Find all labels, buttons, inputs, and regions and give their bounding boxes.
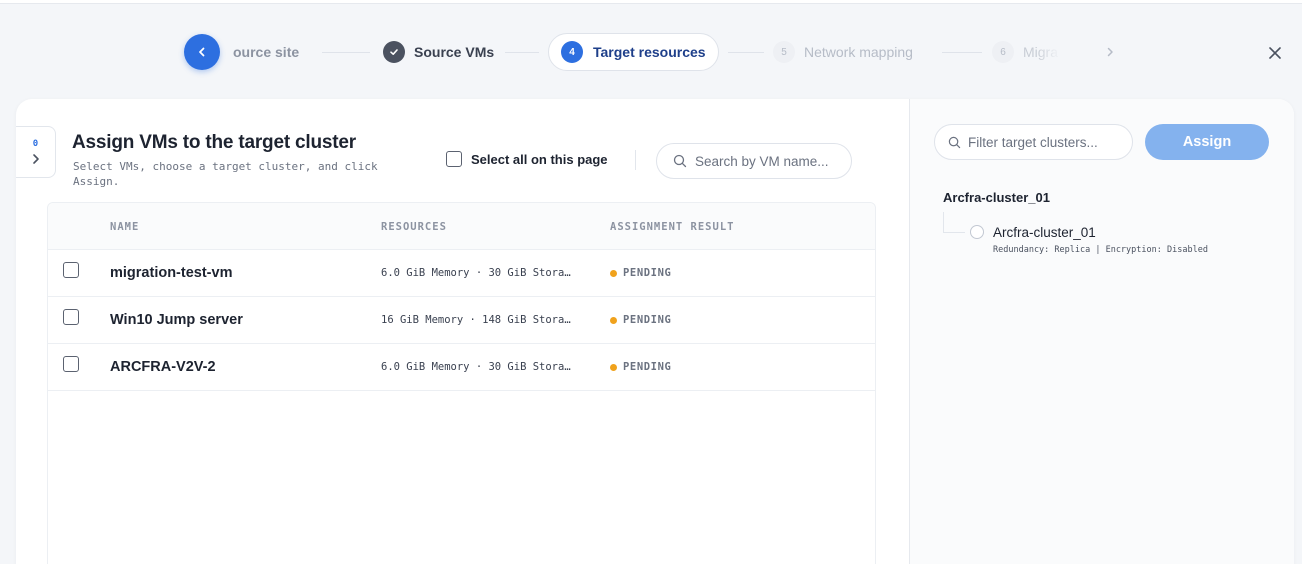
status-dot-icon: [610, 269, 617, 277]
target-cluster-pane: [909, 99, 1294, 564]
status-dot-icon: [610, 363, 617, 371]
step-source-vms[interactable]: Source VMs: [383, 39, 494, 65]
close-icon: [1269, 47, 1281, 59]
vm-name: ARCFRA-V2V-2: [110, 359, 216, 375]
chevron-right-icon: [1107, 47, 1113, 57]
chevron-left-icon: [199, 47, 205, 57]
window-top-edge: [0, 0, 1302, 4]
table-row[interactable]: Win10 Jump server 16 GiB Memory · 148 Gi…: [48, 297, 875, 344]
cluster-filter-box[interactable]: [934, 124, 1133, 160]
status-badge: PENDING: [610, 361, 671, 373]
status-badge: PENDING: [610, 314, 671, 326]
select-all-checkbox[interactable]: Select all on this page: [446, 151, 608, 167]
step-connector: [728, 52, 764, 53]
search-icon: [673, 154, 687, 168]
tree-connector: [943, 212, 944, 232]
status-dot-icon: [610, 316, 617, 324]
row-checkbox[interactable]: [63, 309, 79, 325]
select-all-label: Select all on this page: [471, 151, 608, 167]
checkbox-box[interactable]: [446, 151, 462, 167]
close-button[interactable]: [1264, 42, 1286, 64]
cluster-filter-input[interactable]: [968, 134, 1108, 150]
search-icon: [948, 136, 961, 148]
row-checkbox[interactable]: [63, 356, 79, 372]
vm-table: NAME RESOURCES ASSIGNMENT RESULT migrati…: [47, 202, 876, 564]
step-number-badge: 5: [773, 41, 795, 63]
step-network-mapping[interactable]: 5 Network mapping: [773, 39, 913, 65]
chevron-right-icon: [32, 154, 39, 164]
vm-name: Win10 Jump server: [110, 312, 243, 328]
step-connector: [505, 52, 539, 53]
cluster-option-details: Redundancy: Replica | Encryption: Disabl…: [993, 245, 1208, 255]
next-steps-button[interactable]: [1099, 41, 1121, 63]
check-icon: [383, 41, 405, 63]
column-header-resources[interactable]: RESOURCES: [381, 221, 447, 233]
table-header: NAME RESOURCES ASSIGNMENT RESULT: [48, 203, 875, 250]
vm-resources: 6.0 GiB Memory · 30 GiB Stora…: [381, 361, 571, 373]
step-connector: [942, 52, 982, 53]
step-number-badge: 4: [561, 41, 583, 63]
step-target-resources[interactable]: 4 Target resources: [548, 33, 719, 71]
page-title: Assign VMs to the target cluster: [72, 132, 356, 153]
vm-name: migration-test-vm: [110, 265, 233, 281]
table-row[interactable]: migration-test-vm 6.0 GiB Memory · 30 Gi…: [48, 250, 875, 297]
column-header-name[interactable]: NAME: [110, 221, 139, 233]
tree-connector: [943, 232, 965, 233]
row-checkbox[interactable]: [63, 262, 79, 278]
step-connector: [322, 52, 370, 53]
divider: [635, 150, 636, 170]
column-header-assignment-result[interactable]: ASSIGNMENT RESULT: [610, 221, 734, 233]
vm-resources: 6.0 GiB Memory · 30 GiB Stora…: [381, 267, 571, 279]
selected-count-badge: 0: [32, 139, 39, 149]
selected-vms-toggle[interactable]: 0: [16, 126, 56, 178]
assign-button[interactable]: Assign: [1145, 124, 1269, 160]
vm-search-input[interactable]: [695, 153, 835, 169]
status-badge: PENDING: [610, 267, 671, 279]
step-source-site[interactable]: ource site: [233, 39, 299, 65]
cluster-group-title: Arcfra-cluster_01: [943, 190, 1050, 205]
back-button[interactable]: [184, 34, 220, 70]
vm-resources: 16 GiB Memory · 148 GiB Stora…: [381, 314, 571, 326]
vm-search-box[interactable]: [656, 143, 852, 179]
page-subtitle: Select VMs, choose a target cluster, and…: [73, 160, 378, 188]
step-migration[interactable]: 6 Migra: [992, 39, 1058, 65]
step-number-badge: 6: [992, 41, 1014, 63]
cluster-option-name[interactable]: Arcfra-cluster_01: [993, 225, 1096, 240]
table-row[interactable]: ARCFRA-V2V-2 6.0 GiB Memory · 30 GiB Sto…: [48, 344, 875, 391]
cluster-radio[interactable]: [970, 225, 984, 239]
